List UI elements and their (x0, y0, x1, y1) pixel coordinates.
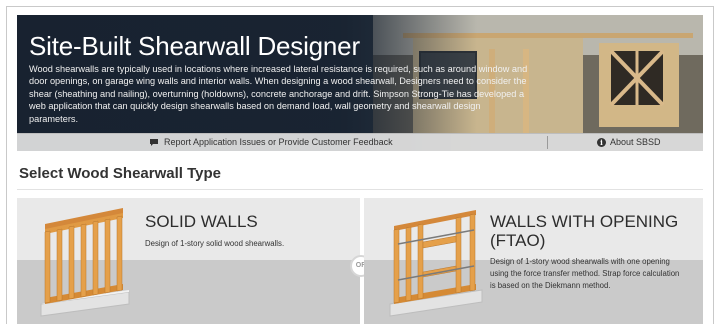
banner-link-bar: Report Application Issues or Provide Cus… (17, 133, 703, 151)
section-divider (17, 189, 703, 190)
solid-walls-title: SOLID WALLS (145, 212, 258, 231)
solid-wall-illustration (40, 208, 130, 317)
header-banner: Site-Built Shearwall Designer Wood shear… (17, 15, 703, 151)
app-description: Wood shearwalls are typically used in lo… (29, 64, 528, 124)
app-title: Site-Built Shearwall Designer (29, 31, 360, 61)
report-issues-link[interactable]: Report Application Issues or Provide Cus… (149, 137, 393, 147)
about-sbsd-link[interactable]: i About SBSD (597, 137, 661, 147)
walls-with-opening-card[interactable]: WALLS WITH OPENING (FTAO) Design of 1-st… (364, 198, 703, 324)
page-frame: Site-Built Shearwall Designer Wood shear… (6, 6, 714, 324)
walls-with-opening-title: WALLS WITH OPENING (FTAO) (490, 212, 679, 250)
solid-walls-description: Design of 1-story solid wood shearwalls. (145, 239, 285, 248)
bar-divider (547, 136, 548, 149)
walls-with-opening-description: Design of 1-story wood shearwalls with o… (490, 257, 680, 290)
wall-with-opening-illustration (389, 210, 483, 317)
chat-bubble-icon (150, 138, 158, 146)
section-title: Select Wood Shearwall Type (19, 165, 222, 182)
about-sbsd-label: About SBSD (610, 137, 661, 147)
solid-walls-card[interactable]: SOLID WALLS Design of 1-story solid wood… (17, 198, 360, 324)
report-issues-label: Report Application Issues or Provide Cus… (164, 137, 393, 147)
info-icon: i (597, 137, 606, 147)
